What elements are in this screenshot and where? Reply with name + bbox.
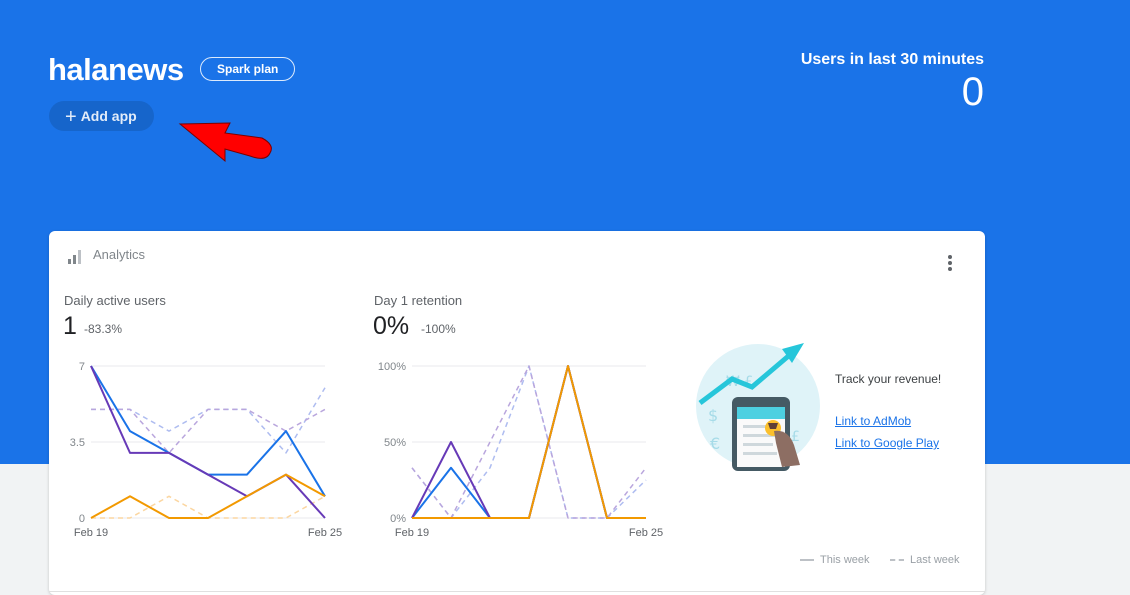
legend-this-week: This week: [800, 554, 870, 566]
x-tick-label: Feb 19: [395, 527, 429, 539]
x-tick-label: Feb 25: [308, 527, 342, 539]
analytics-card-title: Analytics: [93, 247, 146, 262]
svg-text:$: $: [708, 406, 718, 425]
revenue-illustration: ₩ £ $ € £: [696, 343, 820, 471]
add-app-label: Add app: [80, 108, 137, 124]
metric-delta-retention: -100%: [421, 322, 456, 336]
metric-value-retention: 0%: [373, 312, 410, 340]
link-admob[interactable]: Link to AdMob: [835, 414, 911, 428]
realtime-users-value: 0: [961, 70, 984, 114]
project-name: halanews: [48, 52, 184, 87]
link-google-play[interactable]: Link to Google Play: [835, 436, 939, 450]
plus-icon: +: [65, 106, 77, 128]
plan-badge[interactable]: Spark plan: [200, 57, 296, 81]
y-tick-label: 50%: [384, 437, 406, 449]
more-options-icon[interactable]: [941, 253, 957, 273]
dashed-line-icon: [890, 559, 904, 562]
dau-chart: 7 3.5 0 Feb 19 Feb 25: [70, 361, 342, 539]
metric-delta-dau: -83.3%: [84, 322, 123, 336]
card-divider: [49, 591, 985, 592]
y-tick-label: 0: [79, 513, 85, 525]
x-tick-label: Feb 19: [74, 527, 108, 539]
y-tick-label: 100%: [378, 361, 406, 373]
add-app-button[interactable]: + Add app: [49, 101, 154, 131]
solid-line-icon: [800, 559, 814, 562]
analytics-bars-icon: [68, 250, 81, 264]
x-tick-label: Feb 25: [629, 527, 663, 539]
realtime-users-label: Users in last 30 minutes: [800, 51, 984, 68]
svg-text:€: €: [710, 434, 720, 453]
metric-title-retention: Day 1 retention: [374, 293, 463, 308]
annotation-arrow: [178, 122, 272, 163]
y-tick-label: 7: [79, 361, 85, 373]
y-tick-label: 0%: [390, 513, 406, 525]
metric-value-dau: 1: [63, 312, 77, 340]
retention-chart: 100% 50% 0% Feb 19 Feb 25: [378, 361, 663, 539]
series-line-this-week: [90, 473, 326, 519]
promo-text: Track your revenue!: [835, 372, 942, 386]
legend-last-week: Last week: [890, 554, 960, 566]
metric-title-dau: Daily active users: [64, 293, 166, 308]
y-tick-label: 3.5: [70, 437, 85, 449]
